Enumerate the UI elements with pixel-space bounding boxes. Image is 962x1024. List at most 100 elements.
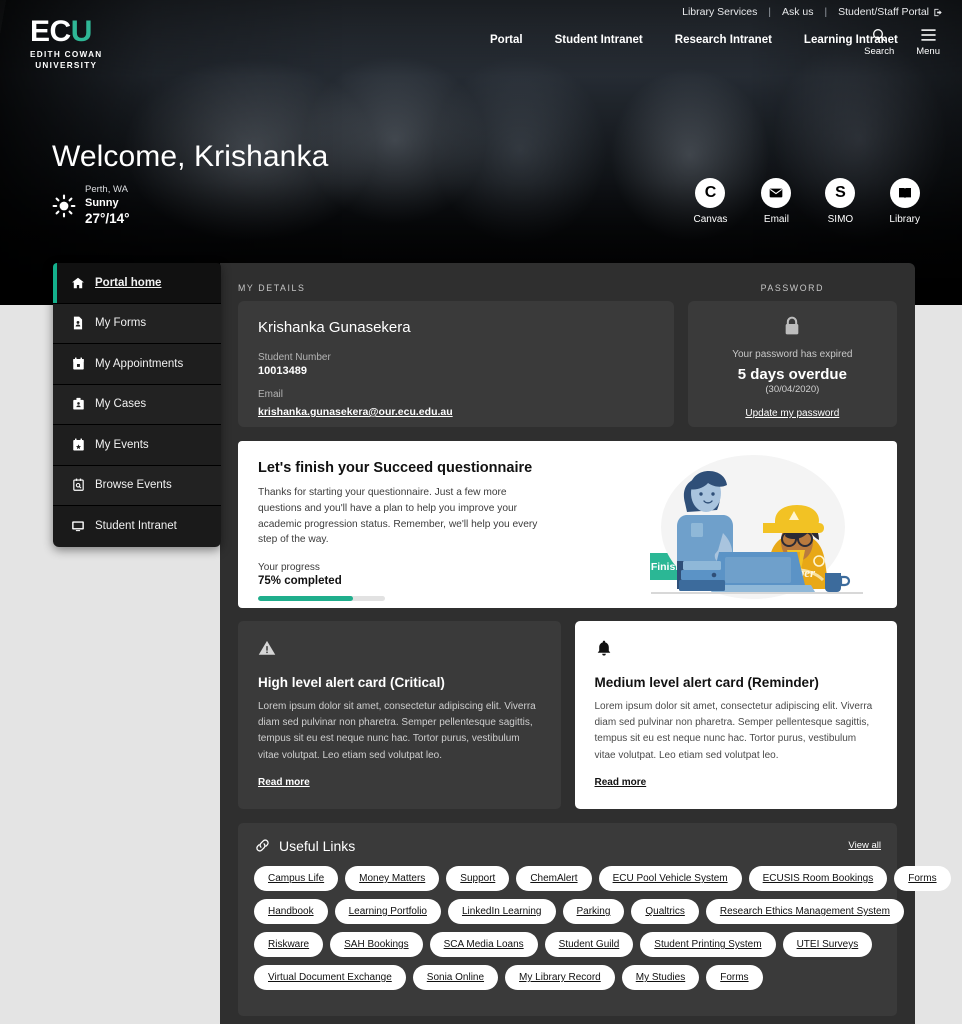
useful-link-pill[interactable]: Campus Life — [254, 866, 339, 891]
useful-link-pill[interactable]: My Studies — [621, 965, 700, 990]
useful-link-pill[interactable]: Virtual Document Exchange — [254, 965, 406, 990]
utility-link-student-staff-portal[interactable]: Student/Staff Portal — [838, 6, 944, 18]
useful-link-pill[interactable]: My Library Record — [505, 965, 615, 990]
useful-link-pill[interactable]: Forms — [706, 965, 763, 990]
sidebar-item-my-appointments[interactable]: My Appointments — [53, 344, 221, 385]
nav-item-portal[interactable]: Portal — [490, 34, 523, 46]
menu-button[interactable]: Menu — [916, 27, 940, 57]
useful-link-pill-label: Handbook — [268, 906, 314, 917]
useful-link-pill-label: Research Ethics Management System — [719, 906, 890, 917]
warning-triangle-icon — [258, 640, 276, 655]
useful-link-pill[interactable]: UTEI Surveys — [782, 932, 873, 957]
quick-link-email[interactable]: Email — [761, 178, 792, 225]
useful-link-pill[interactable]: ChemAlert — [516, 866, 592, 891]
view-all-link[interactable]: View all — [848, 840, 881, 851]
sidebar-item-label: My Events — [95, 438, 149, 451]
my-details-section-label: MY DETAILS — [238, 283, 306, 293]
portal-page: Library Services | Ask us | Student/Staf… — [0, 0, 962, 1024]
useful-link-pill[interactable]: Student Guild — [544, 932, 634, 957]
useful-link-pill-label: Parking — [576, 906, 611, 917]
useful-link-pill-label: Support — [460, 873, 496, 884]
sidebar-item-browse-events[interactable]: Browse Events — [53, 465, 221, 506]
email-link[interactable]: krishanka.gunasekera@our.ecu.edu.au — [258, 406, 453, 418]
useful-link-pill-label: ECU Pool Vehicle System — [612, 873, 728, 884]
useful-link-pill[interactable]: LinkedIn Learning — [447, 899, 556, 924]
useful-link-pill-label: My Library Record — [519, 972, 601, 983]
useful-link-pill[interactable]: Learning Portfolio — [334, 899, 441, 924]
weather-widget: Perth, WA Sunny 27°/14° — [52, 184, 130, 228]
envelope-icon-wrap — [761, 178, 792, 208]
book-icon-wrap — [889, 178, 920, 208]
quick-link-label: Canvas — [693, 214, 728, 225]
useful-link-pill-label: Learning Portfolio — [348, 906, 427, 917]
useful-link-pill[interactable]: ECU Pool Vehicle System — [598, 866, 742, 891]
useful-link-pill-label: SAH Bookings — [344, 939, 409, 950]
monitor-icon — [71, 519, 85, 533]
quick-link-label: SIMO — [827, 214, 854, 225]
link-chain-icon — [256, 839, 269, 852]
useful-link-pill-label: Qualtrics — [645, 906, 685, 917]
useful-link-pill[interactable]: Qualtrics — [631, 899, 699, 924]
sidebar-item-portal-home[interactable]: Portal home — [53, 263, 221, 304]
bell-icon — [597, 640, 610, 656]
useful-link-pill[interactable]: Sonia Online — [412, 965, 499, 990]
sidebar-item-label: My Forms — [95, 317, 147, 330]
alert-body: Lorem ipsum dolor sit amet, consectetur … — [594, 701, 873, 761]
nav-item-research-intranet[interactable]: Research Intranet — [675, 34, 772, 46]
questionnaire-progress-bar — [258, 596, 385, 602]
useful-link-pill[interactable]: Forms — [894, 866, 951, 891]
questionnaire-progress-fill — [258, 596, 354, 602]
useful-link-pill-label: My Studies — [635, 972, 686, 983]
questionnaire-body: Thanks for starting your questionnaire. … — [258, 487, 538, 546]
sidebar-item-my-cases[interactable]: My Cases — [53, 384, 221, 425]
useful-link-pill[interactable]: SAH Bookings — [330, 932, 423, 957]
useful-link-pill[interactable]: Money Matters — [345, 866, 440, 891]
useful-link-pill-label: ChemAlert — [530, 873, 578, 884]
utility-link-ask-us[interactable]: Ask us — [782, 6, 814, 18]
main-navigation: Portal Student Intranet Research Intrane… — [490, 34, 898, 46]
password-overdue: 5 days overdue — [737, 366, 847, 383]
useful-link-pill[interactable]: Riskware — [254, 932, 324, 957]
utility-link-library-services[interactable]: Library Services — [682, 6, 757, 18]
alert-card-reminder: Medium level alert card (Reminder) Lorem… — [574, 621, 897, 809]
home-icon — [71, 276, 85, 290]
calendar-star-icon — [71, 438, 85, 452]
my-details-card: Krishanka Gunasekera Student Number 1001… — [238, 301, 674, 427]
useful-link-pill-label: Campus Life — [268, 873, 325, 884]
quick-links: C Canvas Email S SIMO Library — [694, 178, 920, 225]
ecu-logo[interactable]: ECU EDITH COWAN UNIVERSITY — [30, 17, 103, 71]
weather-temperature: 27°/14° — [85, 211, 130, 227]
quick-link-simo[interactable]: S SIMO — [825, 178, 856, 225]
search-button[interactable]: Search — [864, 27, 894, 57]
alert-cards: High level alert card (Critical) Lorem i… — [238, 621, 897, 809]
alert-read-more-link[interactable]: Read more — [258, 777, 310, 788]
useful-links-row: Riskware SAH Bookings SCA Media Loans Stude… — [254, 932, 881, 957]
useful-link-pill[interactable]: ECUSIS Room Bookings — [748, 866, 888, 891]
nav-item-student-intranet[interactable]: Student Intranet — [555, 34, 643, 46]
alert-card-critical: High level alert card (Critical) Lorem i… — [238, 621, 561, 809]
sidebar-item-my-events[interactable]: My Events — [53, 425, 221, 466]
password-expiry-date: (30/04/2020) — [765, 384, 820, 395]
envelope-icon — [770, 188, 783, 198]
update-password-link[interactable]: Update my password — [745, 408, 839, 419]
lock-icon — [785, 316, 799, 335]
useful-link-pill[interactable]: Support — [446, 866, 510, 891]
useful-link-pill[interactable]: SCA Media Loans — [429, 932, 538, 957]
quick-link-label: Library — [889, 214, 920, 225]
useful-link-pill-label: ECUSIS Room Bookings — [762, 873, 874, 884]
logo-line-2: UNIVERSITY — [35, 60, 98, 70]
useful-link-pill[interactable]: Parking — [562, 899, 625, 924]
useful-link-pill[interactable]: Student Printing System — [640, 932, 776, 957]
quick-link-library[interactable]: Library — [889, 178, 920, 225]
useful-links-title: Useful Links — [279, 837, 356, 854]
sidebar-item-label: Browse Events — [95, 479, 172, 492]
password-section-label: PASSWORD — [760, 283, 825, 293]
sidebar-item-student-intranet[interactable]: Student Intranet — [53, 506, 221, 547]
sidebar-item-my-forms[interactable]: My Forms — [53, 303, 221, 344]
alert-read-more-link[interactable]: Read more — [595, 777, 647, 788]
useful-link-pill[interactable]: Handbook — [254, 899, 328, 924]
questionnaire-card: Let's finish your Succeed questionnaire … — [238, 441, 897, 608]
search-icon — [873, 29, 886, 42]
useful-link-pill[interactable]: Research Ethics Management System — [705, 899, 904, 924]
quick-link-canvas[interactable]: C Canvas — [693, 178, 728, 225]
